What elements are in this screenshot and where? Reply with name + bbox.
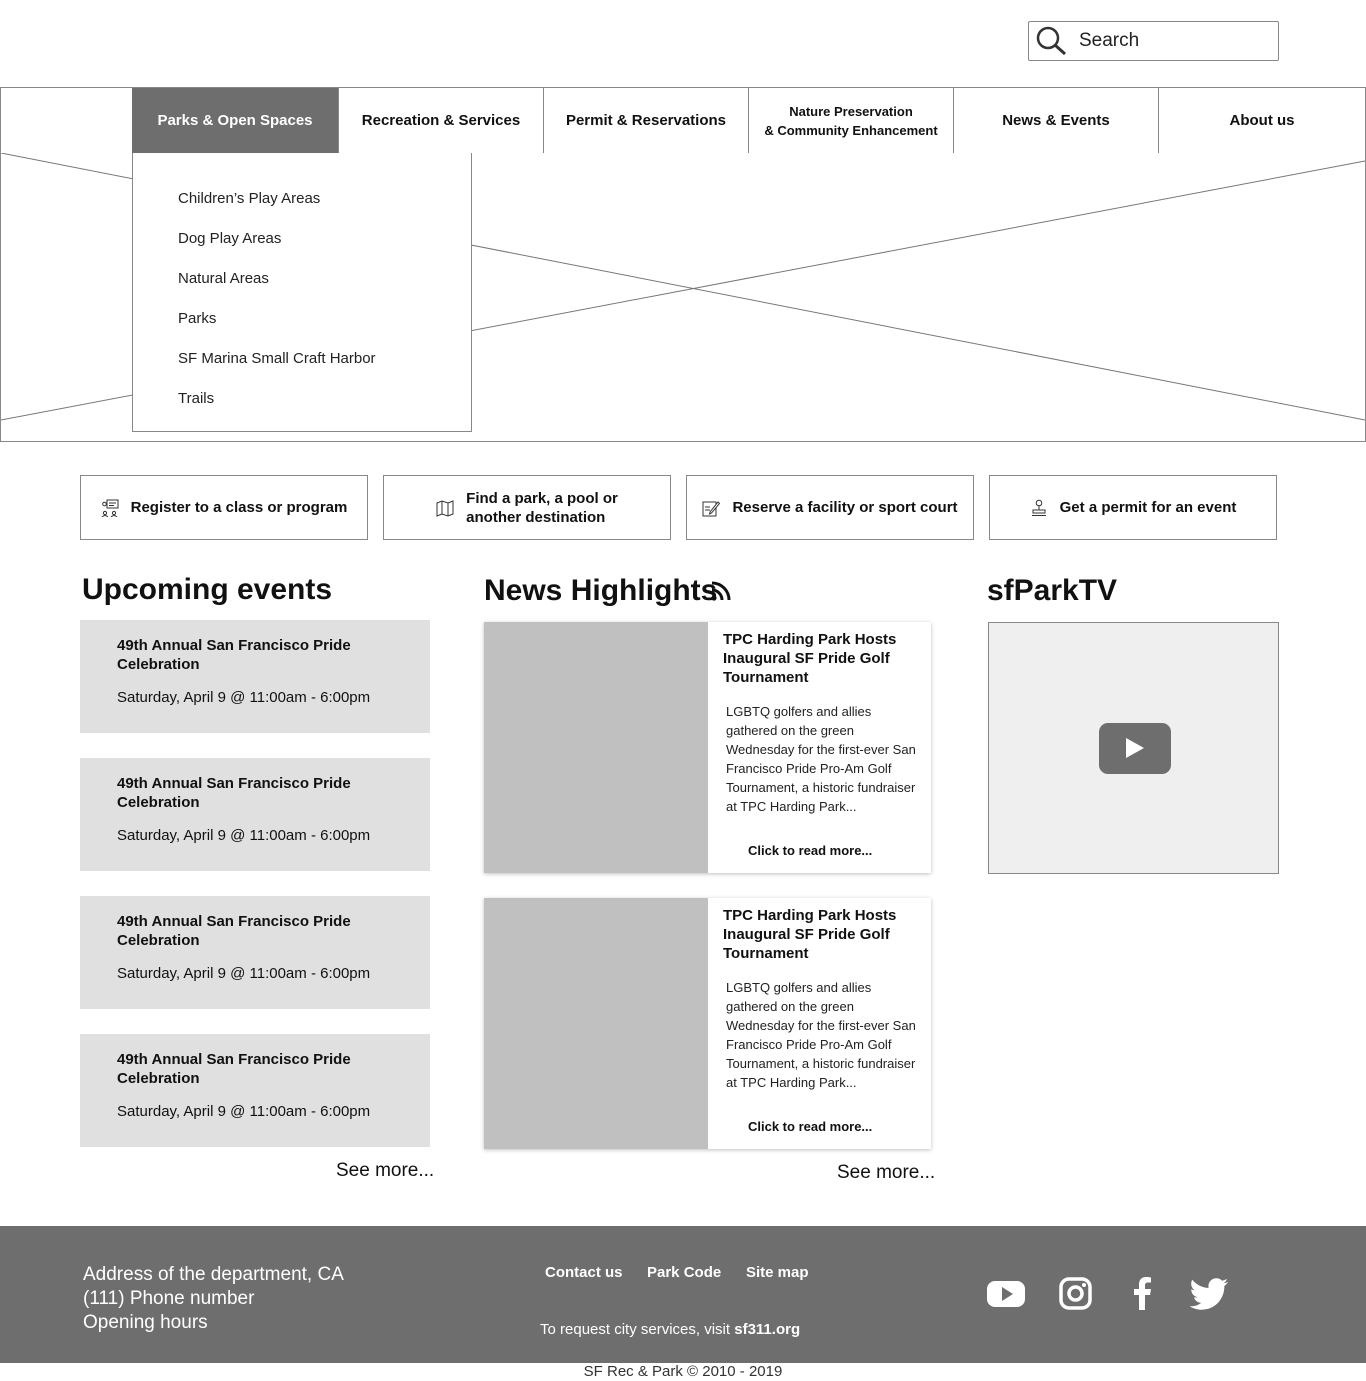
events-see-more-link[interactable]: See more... <box>336 1160 434 1182</box>
footer-service-request: To request city services, visit sf311.or… <box>540 1321 800 1338</box>
event-card[interactable]: 49th Annual San Francisco Pride Celebrat… <box>80 620 430 733</box>
nav-item-label: News & Events <box>1002 112 1110 129</box>
nav-label-line2: & Community Enhancement <box>764 122 938 138</box>
dropdown-item[interactable]: Natural Areas <box>178 270 269 287</box>
search-icon <box>1036 26 1067 56</box>
news-image-placeholder <box>484 898 708 1149</box>
event-date: Saturday, April 9 @ 11:00am - 6:00pm <box>117 827 371 844</box>
event-date: Saturday, April 9 @ 11:00am - 6:00pm <box>117 689 371 706</box>
dropdown-item[interactable]: Trails <box>178 390 214 407</box>
footer-link-site-map[interactable]: Site map <box>746 1264 809 1281</box>
dropdown-item[interactable]: Children’s Play Areas <box>178 190 320 207</box>
footer-hours: Opening hours <box>83 1312 208 1333</box>
footer: Address of the department, CA (111) Phon… <box>0 1226 1366 1363</box>
facebook-icon[interactable] <box>1123 1276 1163 1312</box>
event-date: Saturday, April 9 @ 11:00am - 6:00pm <box>117 965 371 982</box>
upcoming-events-heading: Upcoming events <box>82 573 333 606</box>
reserve-facility-label: Reserve a facility or sport court <box>732 499 958 516</box>
nav-item-label: Recreation & Services <box>361 112 521 129</box>
event-card[interactable]: 49th Annual San Francisco Pride Celebrat… <box>80 1034 430 1147</box>
main-nav: Parks & Open Spaces Recreation & Service… <box>0 87 1366 154</box>
find-park-label: Find a park, a pool or another destinati… <box>466 489 618 527</box>
nav-item-label: About us <box>1229 112 1295 129</box>
map-icon <box>436 499 454 517</box>
dropdown-item[interactable]: Dog Play Areas <box>178 230 281 247</box>
find-park-label-line1: Find a park, a pool or <box>466 489 618 507</box>
nav-item-about[interactable]: About us <box>1158 88 1365 153</box>
youtube-icon[interactable] <box>986 1276 1026 1312</box>
news-highlights-heading: News Highlights <box>484 574 718 607</box>
event-permit-button[interactable]: Get a permit for an event <box>989 475 1277 540</box>
register-class-label: Register to a class or program <box>130 499 348 516</box>
footer-link-contact[interactable]: Contact us <box>545 1264 623 1281</box>
parks-dropdown-menu: Children’s Play Areas Dog Play Areas Nat… <box>132 153 472 432</box>
news-excerpt: LGBTQ golfers and allies gathered on the… <box>726 980 916 1090</box>
service-request-text: To request city services, visit <box>540 1321 735 1338</box>
nav-item-nature[interactable]: Nature Preservation & Community Enhancem… <box>748 88 953 153</box>
edit-form-icon <box>702 500 721 516</box>
copyright: SF Rec & Park © 2010 - 2019 <box>583 1363 783 1380</box>
dropdown-item[interactable]: Parks <box>178 310 216 327</box>
read-more-link[interactable]: Click to read more... <box>748 1119 872 1134</box>
dropdown-item[interactable]: SF Marina Small Craft Harbor <box>178 350 376 367</box>
news-image-placeholder <box>484 622 708 873</box>
instagram-icon[interactable] <box>1055 1276 1095 1312</box>
nav-item-permits[interactable]: Permit & Reservations <box>543 88 748 153</box>
event-title: 49th Annual San Francisco Pride Celebrat… <box>117 637 351 673</box>
news-card[interactable]: TPC Harding Park Hosts Inaugural SF Prid… <box>484 898 931 1149</box>
play-icon <box>1126 738 1144 758</box>
sf311-link[interactable]: sf311.org <box>734 1321 800 1338</box>
find-park-label-line2: another destination <box>466 508 606 526</box>
search-input[interactable]: Search <box>1079 30 1139 52</box>
news-title: TPC Harding Park Hosts Inaugural SF Prid… <box>723 907 897 962</box>
nav-item-parks[interactable]: Parks & Open Spaces <box>132 88 338 153</box>
sfparktv-heading: sfParkTV <box>987 574 1118 607</box>
footer-contact-info: Address of the department, CA (111) Phon… <box>83 1263 344 1335</box>
news-title: TPC Harding Park Hosts Inaugural SF Prid… <box>723 631 897 686</box>
nav-item-label: Parks & Open Spaces <box>157 112 313 129</box>
event-card[interactable]: 49th Annual San Francisco Pride Celebrat… <box>80 758 430 871</box>
nav-item-recreation[interactable]: Recreation & Services <box>338 88 543 153</box>
reserve-facility-button[interactable]: Reserve a facility or sport court <box>686 475 974 540</box>
class-register-icon <box>101 499 119 517</box>
find-park-button[interactable]: Find a park, a pool or another destinati… <box>383 475 671 540</box>
event-title: 49th Annual San Francisco Pride Celebrat… <box>117 913 351 949</box>
footer-phone: (111) Phone number <box>83 1288 255 1309</box>
search-box[interactable]: Search <box>1028 21 1279 61</box>
nav-item-label: Permit & Reservations <box>565 112 727 129</box>
video-player[interactable] <box>988 622 1279 874</box>
news-see-more-link[interactable]: See more... <box>837 1162 935 1184</box>
event-date: Saturday, April 9 @ 11:00am - 6:00pm <box>117 1103 371 1120</box>
news-card[interactable]: TPC Harding Park Hosts Inaugural SF Prid… <box>484 622 931 873</box>
event-title: 49th Annual San Francisco Pride Celebrat… <box>117 775 351 811</box>
footer-link-park-code[interactable]: Park Code <box>647 1264 721 1281</box>
nav-item-news[interactable]: News & Events <box>953 88 1158 153</box>
rss-icon[interactable] <box>710 580 732 602</box>
nav-label-line1: Nature Preservation <box>789 103 913 119</box>
event-card[interactable]: 49th Annual San Francisco Pride Celebrat… <box>80 896 430 1009</box>
footer-address: Address of the department, CA <box>83 1264 344 1285</box>
stamp-icon <box>1031 499 1046 516</box>
nav-item-label: Nature Preservation & Community Enhancem… <box>764 102 937 140</box>
read-more-link[interactable]: Click to read more... <box>748 843 872 858</box>
event-permit-label: Get a permit for an event <box>1059 499 1237 516</box>
play-button[interactable] <box>1099 723 1171 774</box>
news-excerpt: LGBTQ golfers and allies gathered on the… <box>726 704 916 814</box>
register-class-button[interactable]: Register to a class or program <box>80 475 368 540</box>
twitter-icon[interactable] <box>1190 1276 1230 1312</box>
event-title: 49th Annual San Francisco Pride Celebrat… <box>117 1051 351 1087</box>
